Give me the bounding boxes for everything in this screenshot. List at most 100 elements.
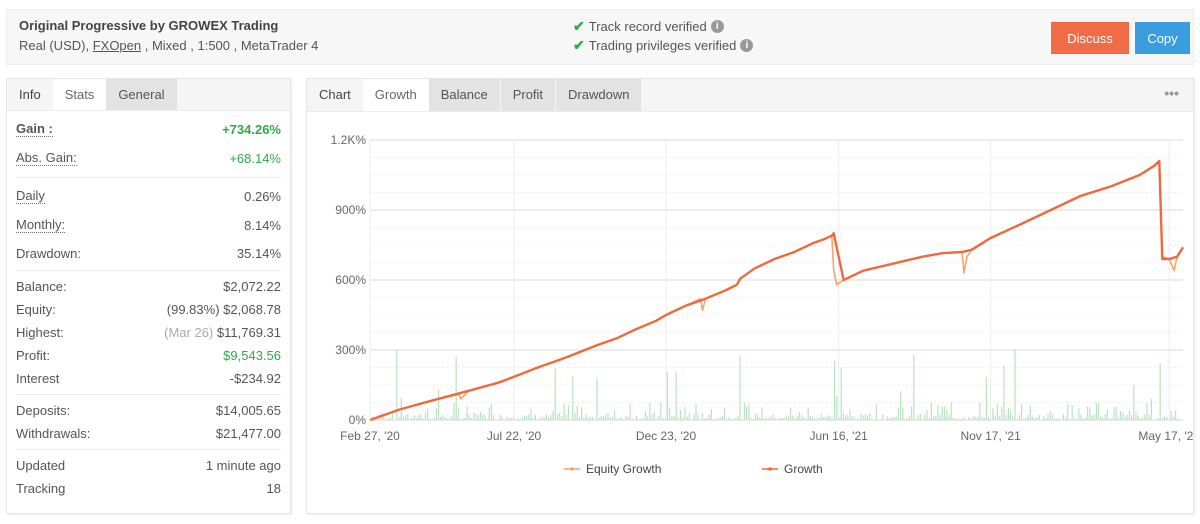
- copy-button[interactable]: Copy: [1135, 22, 1190, 54]
- series-line-equity-growth: [369, 160, 1184, 421]
- activity-bar: [728, 417, 730, 420]
- y-tick-label: 900%: [335, 203, 366, 217]
- stat-label: Updated: [16, 458, 66, 473]
- activity-bar: [493, 415, 495, 420]
- more-dots-icon[interactable]: •••: [1164, 85, 1179, 101]
- stat-label: Drawdown:: [16, 245, 82, 261]
- activity-bar: [1023, 418, 1025, 420]
- stat-abs-gain: Abs. Gain: +68.14%: [16, 144, 281, 173]
- activity-bar: [1056, 418, 1058, 420]
- stat-label[interactable]: Daily: [16, 189, 45, 204]
- stat-updated: Updated 1 minute ago: [16, 454, 281, 477]
- activity-bar: [750, 418, 752, 420]
- activity-bar: [1148, 415, 1150, 420]
- activity-bar: [836, 395, 838, 420]
- tab-drawdown[interactable]: Drawdown: [556, 79, 642, 111]
- stat-label[interactable]: Gain :: [16, 122, 53, 137]
- tab-growth[interactable]: Growth: [362, 79, 429, 111]
- activity-bar: [710, 408, 712, 420]
- stat-label: Tracking: [16, 481, 66, 496]
- activity-bar: [946, 409, 948, 420]
- activity-bar: [867, 415, 869, 420]
- activity-bar: [576, 405, 578, 420]
- activity-bar: [860, 414, 862, 420]
- stat-value: $21,477.00: [215, 426, 281, 441]
- activity-bar: [1043, 416, 1045, 420]
- activity-bar: [1001, 406, 1003, 420]
- stat-label[interactable]: Monthly:: [16, 218, 66, 233]
- activity-bar: [919, 413, 921, 420]
- check-icon: ✔: [573, 18, 585, 34]
- legend-marker-icon: [570, 467, 574, 471]
- broker-link[interactable]: FXOpen: [93, 38, 141, 53]
- activity-bar: [468, 414, 470, 420]
- activity-bar: [697, 414, 699, 420]
- tab-balance[interactable]: Balance: [428, 79, 500, 111]
- tab-stats[interactable]: Stats: [52, 79, 107, 110]
- activity-bar: [1106, 409, 1108, 420]
- activity-bar: [464, 417, 466, 420]
- activity-bar: [451, 415, 453, 420]
- activity-bar: [1095, 402, 1097, 420]
- activity-bar: [988, 417, 990, 420]
- activity-bar: [530, 408, 532, 420]
- activity-bar: [1100, 415, 1102, 420]
- activity-bar: [519, 419, 521, 420]
- activity-bar: [1104, 413, 1106, 420]
- account-subtitle: Real (USD), FXOpen , Mixed , 1:500 , Met…: [19, 38, 318, 53]
- activity-bar: [1025, 417, 1027, 420]
- legend-label: Equity Growth: [586, 462, 661, 476]
- activity-bar: [1150, 399, 1152, 420]
- check-icon: ✔: [573, 37, 585, 53]
- stat-label: Highest:: [16, 325, 64, 340]
- activity-bar: [1111, 418, 1113, 420]
- activity-bar: [798, 412, 800, 420]
- activity-bar: [420, 414, 422, 420]
- stat-label[interactable]: Abs. Gain:: [16, 151, 77, 166]
- activity-bar: [488, 407, 490, 420]
- activity-bar: [1012, 416, 1014, 420]
- activity-bar: [955, 419, 957, 420]
- activity-bar: [759, 417, 761, 420]
- activity-bar: [609, 416, 611, 420]
- info-icon[interactable]: i: [710, 20, 724, 33]
- activity-bar: [660, 402, 662, 420]
- activity-bar: [453, 402, 455, 420]
- activity-bar: [598, 417, 600, 420]
- activity-bar: [823, 417, 825, 420]
- activity-bar: [926, 409, 928, 420]
- activity-bar: [1032, 416, 1034, 420]
- activity-bar: [992, 408, 994, 420]
- activity-bar: [532, 417, 534, 420]
- stat-value: -$234.92: [229, 371, 281, 386]
- activity-bar: [440, 417, 442, 420]
- activity-bar: [592, 416, 594, 420]
- activity-bar: [526, 415, 528, 420]
- activity-bar: [732, 418, 734, 420]
- activity-bar: [939, 414, 941, 420]
- activity-bar: [900, 391, 902, 420]
- tab-general[interactable]: General: [106, 79, 177, 110]
- activity-bar: [917, 414, 919, 420]
- legend-item-growth: Growth: [762, 462, 823, 476]
- verification-label: Trading privileges verified: [588, 38, 737, 53]
- activity-bar: [550, 414, 552, 420]
- stat-value: 18: [266, 481, 281, 496]
- x-axis-ticks: Feb 27, '20 Jul 22, '20 Dec 23, '20 Jun 16,…: [340, 429, 1193, 443]
- activity-bar: [1137, 415, 1139, 420]
- activity-bar: [726, 419, 728, 420]
- activity-bar: [825, 416, 827, 420]
- tab-profit[interactable]: Profit: [500, 79, 556, 111]
- info-icon[interactable]: i: [740, 39, 754, 52]
- activity-bar: [930, 402, 932, 420]
- tab-info[interactable]: Info: [7, 79, 53, 110]
- tab-chart[interactable]: Chart: [307, 79, 363, 111]
- divider: [16, 394, 281, 395]
- discuss-button[interactable]: Discuss: [1051, 22, 1129, 54]
- activity-bar: [605, 414, 607, 420]
- activity-bar: [1078, 408, 1080, 420]
- activity-bar: [1102, 417, 1104, 420]
- activity-bar: [1062, 414, 1064, 420]
- activity-bar: [840, 367, 842, 420]
- activity-bar: [739, 356, 741, 420]
